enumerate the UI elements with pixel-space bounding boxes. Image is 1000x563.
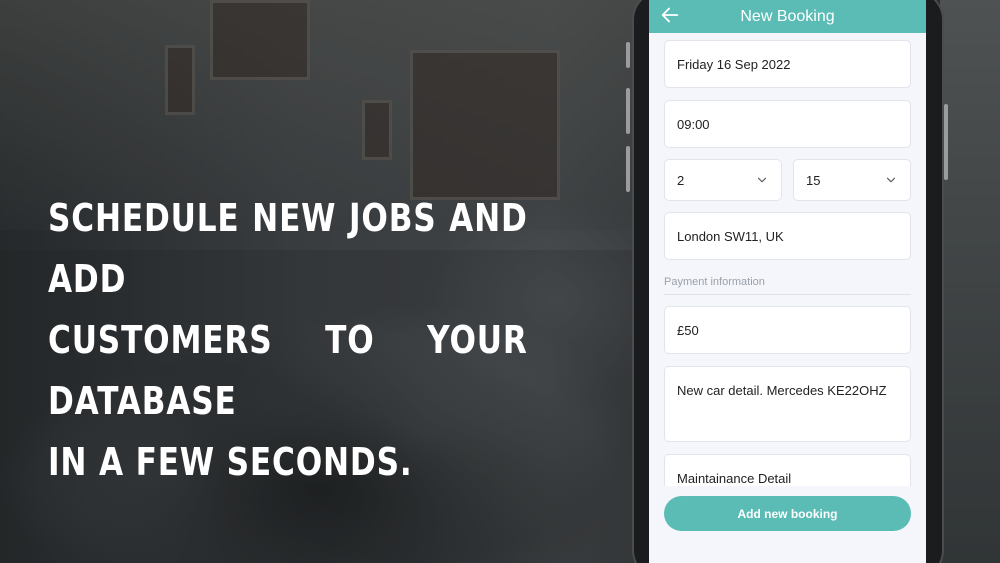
notes-field[interactable]: New car detail. Mercedes KE22OHZ	[664, 366, 911, 442]
hours-select[interactable]: 2	[664, 159, 782, 201]
service-field-value: Maintainance Detail	[677, 471, 792, 486]
time-field-value: 09:00	[677, 116, 710, 132]
arrow-left-icon[interactable]	[659, 4, 681, 26]
app-bar: New Booking	[649, 0, 926, 33]
time-field[interactable]: 09:00	[664, 100, 911, 148]
chevron-down-icon	[886, 177, 896, 183]
location-field-value: London SW11, UK	[677, 228, 784, 244]
headline-line: customers to your database	[48, 318, 528, 423]
headline-line: in a few seconds.	[48, 440, 413, 484]
minutes-select[interactable]: 15	[793, 159, 911, 201]
phone-side-button	[626, 146, 630, 192]
date-field-value: Friday 16 Sep 2022	[677, 56, 791, 72]
payment-section-label: Payment information	[664, 276, 911, 295]
app-screen: New Booking Friday 16 Sep 2022 09:00 2 1…	[649, 0, 926, 563]
headline-line: Schedule new jobs and add	[48, 196, 528, 301]
phone-side-button	[626, 42, 630, 68]
chevron-down-icon	[757, 177, 767, 183]
notes-field-value: New car detail. Mercedes KE22OHZ	[677, 383, 887, 398]
phone-power-button	[944, 104, 948, 180]
screen-title: New Booking	[740, 7, 835, 25]
date-field[interactable]: Friday 16 Sep 2022	[664, 40, 911, 88]
minutes-select-value: 15	[806, 172, 821, 188]
promo-headline: Schedule new jobs and add customers to y…	[48, 188, 528, 493]
hours-select-value: 2	[677, 172, 685, 188]
location-field[interactable]: London SW11, UK	[664, 212, 911, 260]
price-field[interactable]: £50	[664, 306, 911, 354]
add-booking-button[interactable]: Add new booking	[664, 496, 911, 531]
price-field-value: £50	[677, 322, 699, 338]
phone-side-button	[626, 88, 630, 134]
